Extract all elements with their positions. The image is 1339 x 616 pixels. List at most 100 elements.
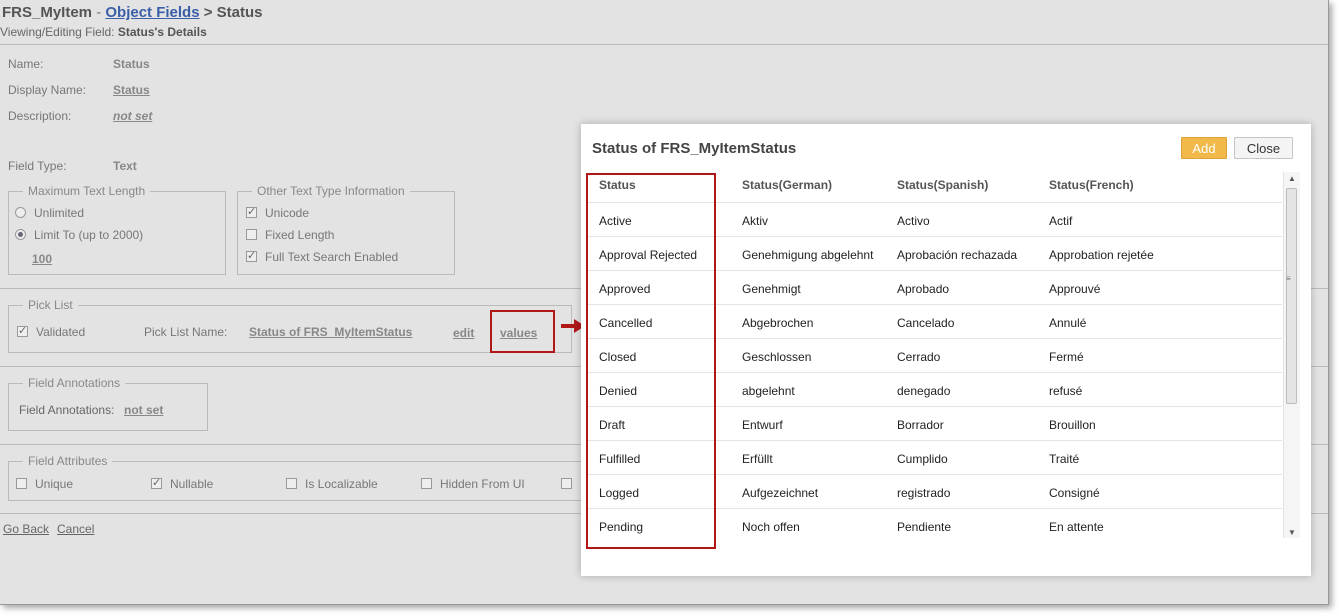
close-button[interactable]: Close [1234, 137, 1293, 159]
full-text-option[interactable]: Full Text Search Enabled [246, 249, 398, 264]
nullable-option[interactable]: Nullable [151, 476, 213, 491]
max-text-length-group: Maximum Text Length Unlimited Limit To (… [8, 184, 226, 275]
unlimited-option[interactable]: Unlimited [15, 206, 84, 220]
page-title: FRS_MyItem - Object Fields > Status [2, 4, 263, 21]
dialog-title: Status of FRS_MyItemStatus [592, 140, 797, 157]
table-cell[interactable]: Aktiv [742, 214, 768, 228]
page-subtitle: Viewing/Editing Field: Status's Details [0, 25, 207, 39]
field-annotations-legend: Field Annotations [23, 376, 126, 390]
scroll-grip-icon: ≡ [1286, 274, 1291, 283]
max-text-length-legend: Maximum Text Length [23, 184, 151, 198]
description-label: Description: [8, 109, 72, 123]
display-name-link[interactable]: Status [113, 83, 150, 97]
hidden-label: Hidden From UI [440, 477, 525, 491]
table-cell[interactable]: Consigné [1049, 486, 1100, 500]
hidden-option[interactable]: Hidden From UI [421, 477, 525, 491]
field-annotations-label: Field Annotations: [19, 403, 115, 417]
validated-option[interactable]: Validated [17, 324, 85, 339]
limit-value-link[interactable]: 100 [32, 252, 52, 266]
table-cell[interactable]: Entwurf [742, 418, 783, 432]
table-cell[interactable]: Borrador [897, 418, 944, 432]
localizable-checkbox[interactable] [286, 478, 297, 490]
values-highlight-box [490, 310, 555, 353]
table-cell[interactable]: Brouillon [1049, 418, 1096, 432]
unicode-checkbox[interactable] [246, 205, 257, 219]
extra-checkbox[interactable] [561, 478, 572, 490]
table-cell[interactable]: Traité [1049, 452, 1079, 466]
name-value: Status [113, 57, 150, 71]
cancel-link[interactable]: Cancel [57, 522, 94, 536]
table-cell[interactable]: refusé [1049, 384, 1082, 398]
table-cell[interactable]: registrado [897, 486, 950, 500]
column-header-spanish[interactable]: Status(Spanish) [897, 178, 988, 192]
fixed-length-checkbox[interactable] [246, 229, 257, 241]
scroll-down-icon[interactable]: ▼ [1284, 528, 1300, 537]
limit-to-label: Limit To (up to 2000) [34, 228, 144, 242]
display-name-label: Display Name: [8, 83, 87, 97]
nullable-checkbox[interactable] [151, 476, 162, 490]
pick-list-name-label: Pick List Name: [144, 325, 228, 339]
unique-checkbox[interactable] [16, 478, 27, 490]
limit-to-radio[interactable] [15, 229, 26, 241]
pick-list-name-link[interactable]: Status of FRS_MyItemStatus [249, 325, 412, 339]
table-cell[interactable]: Activo [897, 214, 930, 228]
unique-label: Unique [35, 477, 74, 491]
full-text-checkbox[interactable] [246, 249, 257, 263]
table-cell[interactable]: Erfüllt [742, 452, 773, 466]
other-text-legend: Other Text Type Information [252, 184, 410, 198]
column-header-french[interactable]: Status(French) [1049, 178, 1134, 192]
limit-to-option[interactable]: Limit To (up to 2000) [15, 228, 143, 242]
table-cell[interactable]: En attente [1049, 520, 1104, 534]
description-link[interactable]: not set [113, 109, 152, 123]
table-cell[interactable]: Approbation rejetée [1049, 248, 1154, 262]
table-cell[interactable]: Abgebrochen [742, 316, 813, 330]
item-name: FRS_MyItem [2, 4, 93, 21]
vertical-scrollbar[interactable]: ▲ ≡ ▼ [1283, 172, 1300, 538]
unique-option[interactable]: Unique [16, 477, 73, 491]
hidden-checkbox[interactable] [421, 478, 432, 490]
table-cell[interactable]: Genehmigung abgelehnt [742, 248, 873, 262]
table-cell[interactable]: Cancelado [897, 316, 954, 330]
table-cell[interactable]: Approuvé [1049, 282, 1100, 296]
unlimited-radio[interactable] [15, 207, 26, 219]
fixed-length-option[interactable]: Fixed Length [246, 228, 334, 242]
table-cell[interactable]: Annulé [1049, 316, 1086, 330]
table-cell[interactable]: Pendiente [897, 520, 951, 534]
table-cell[interactable]: Cerrado [897, 350, 940, 364]
other-text-group: Other Text Type Information Unicode Fixe… [237, 184, 455, 275]
field-type-value: Text [113, 159, 137, 173]
pick-list-legend: Pick List [23, 298, 78, 312]
unlimited-label: Unlimited [34, 206, 85, 220]
table-cell[interactable]: Aprobado [897, 282, 949, 296]
column-header-german[interactable]: Status(German) [742, 178, 832, 192]
status-column-highlight-box [586, 173, 716, 549]
extra-option[interactable] [561, 477, 580, 491]
validated-checkbox[interactable] [17, 324, 28, 338]
table-cell[interactable]: Aprobación rechazada [897, 248, 1017, 262]
field-type-label: Field Type: [8, 159, 67, 173]
unicode-label: Unicode [265, 206, 310, 220]
table-cell[interactable]: Aufgezeichnet [742, 486, 818, 500]
breadcrumb-current: > Status [203, 4, 263, 21]
field-attributes-legend: Field Attributes [23, 454, 113, 468]
go-back-link[interactable]: Go Back [3, 522, 49, 536]
edit-link[interactable]: edit [453, 326, 474, 340]
table-cell[interactable]: abgelehnt [742, 384, 795, 398]
field-annotations-link[interactable]: not set [124, 403, 163, 417]
table-cell[interactable]: Cumplido [897, 452, 948, 466]
unicode-option[interactable]: Unicode [246, 205, 310, 220]
subtitle-prefix: Viewing/Editing Field: [0, 25, 115, 39]
object-fields-link[interactable]: Object Fields [105, 4, 199, 21]
field-annotations-group: Field Annotations Field Annotations: not… [8, 376, 208, 431]
table-cell[interactable]: Geschlossen [742, 350, 811, 364]
subtitle-value: Status's Details [117, 25, 207, 39]
table-cell[interactable]: Actif [1049, 214, 1072, 228]
add-button[interactable]: Add [1181, 137, 1227, 159]
table-cell[interactable]: denegado [897, 384, 950, 398]
table-cell[interactable]: Genehmigt [742, 282, 801, 296]
table-cell[interactable]: Fermé [1049, 350, 1084, 364]
localizable-option[interactable]: Is Localizable [286, 477, 378, 491]
scrollbar-thumb[interactable] [1286, 188, 1297, 404]
scroll-up-icon[interactable]: ▲ [1284, 174, 1300, 183]
table-cell[interactable]: Noch offen [742, 520, 800, 534]
